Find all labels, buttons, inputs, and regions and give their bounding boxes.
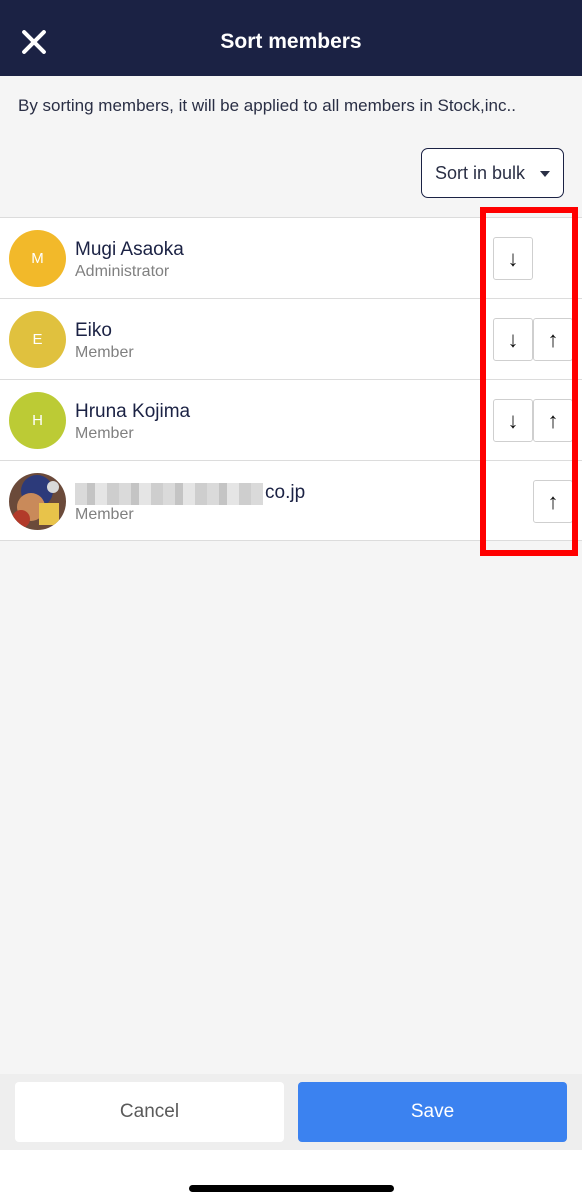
home-indicator[interactable] [189, 1185, 394, 1192]
move-down-button[interactable]: ↓ [493, 237, 533, 280]
move-down-button[interactable]: ↓ [493, 399, 533, 442]
footer-bar: Cancel Save [0, 1074, 582, 1150]
member-role: Member [75, 425, 134, 442]
member-role: Member [75, 344, 134, 361]
member-list: M Mugi Asaoka Administrator ↓ E Eiko Mem… [0, 217, 582, 541]
move-up-button[interactable]: ↑ [533, 480, 573, 523]
sort-in-bulk-label: Sort in bulk [435, 162, 526, 183]
home-area [0, 1150, 582, 1200]
avatar: E [9, 311, 66, 368]
member-row: co.jp Member ↑ [0, 460, 582, 541]
avatar: M [9, 230, 66, 287]
member-role: Administrator [75, 263, 170, 280]
header-bar: Sort members [0, 0, 582, 76]
member-name: co.jp [265, 482, 306, 503]
avatar-photo [9, 473, 66, 530]
member-row: H Hruna Kojima Member ↓ ↑ [0, 379, 582, 460]
member-name: Eiko [75, 320, 112, 341]
save-button[interactable]: Save [298, 1082, 567, 1142]
page-title: Sort members [220, 30, 362, 53]
move-down-button[interactable]: ↓ [493, 318, 533, 361]
sort-in-bulk-button[interactable]: Sort in bulk [421, 148, 564, 198]
sort-description: By sorting members, it will be applied t… [18, 96, 516, 115]
member-name: Mugi Asaoka [75, 239, 184, 260]
avatar: H [9, 392, 66, 449]
footer: Cancel Save [0, 1074, 582, 1200]
member-row: M Mugi Asaoka Administrator ↓ [0, 217, 582, 298]
redacted-email [75, 483, 263, 505]
move-up-button[interactable]: ↑ [533, 318, 573, 361]
cancel-button[interactable]: Cancel [15, 1082, 284, 1142]
member-role: Member [75, 506, 134, 523]
member-name: Hruna Kojima [75, 401, 191, 422]
caret-down-icon [540, 171, 550, 177]
move-up-button[interactable]: ↑ [533, 399, 573, 442]
member-row: E Eiko Member ↓ ↑ [0, 298, 582, 379]
